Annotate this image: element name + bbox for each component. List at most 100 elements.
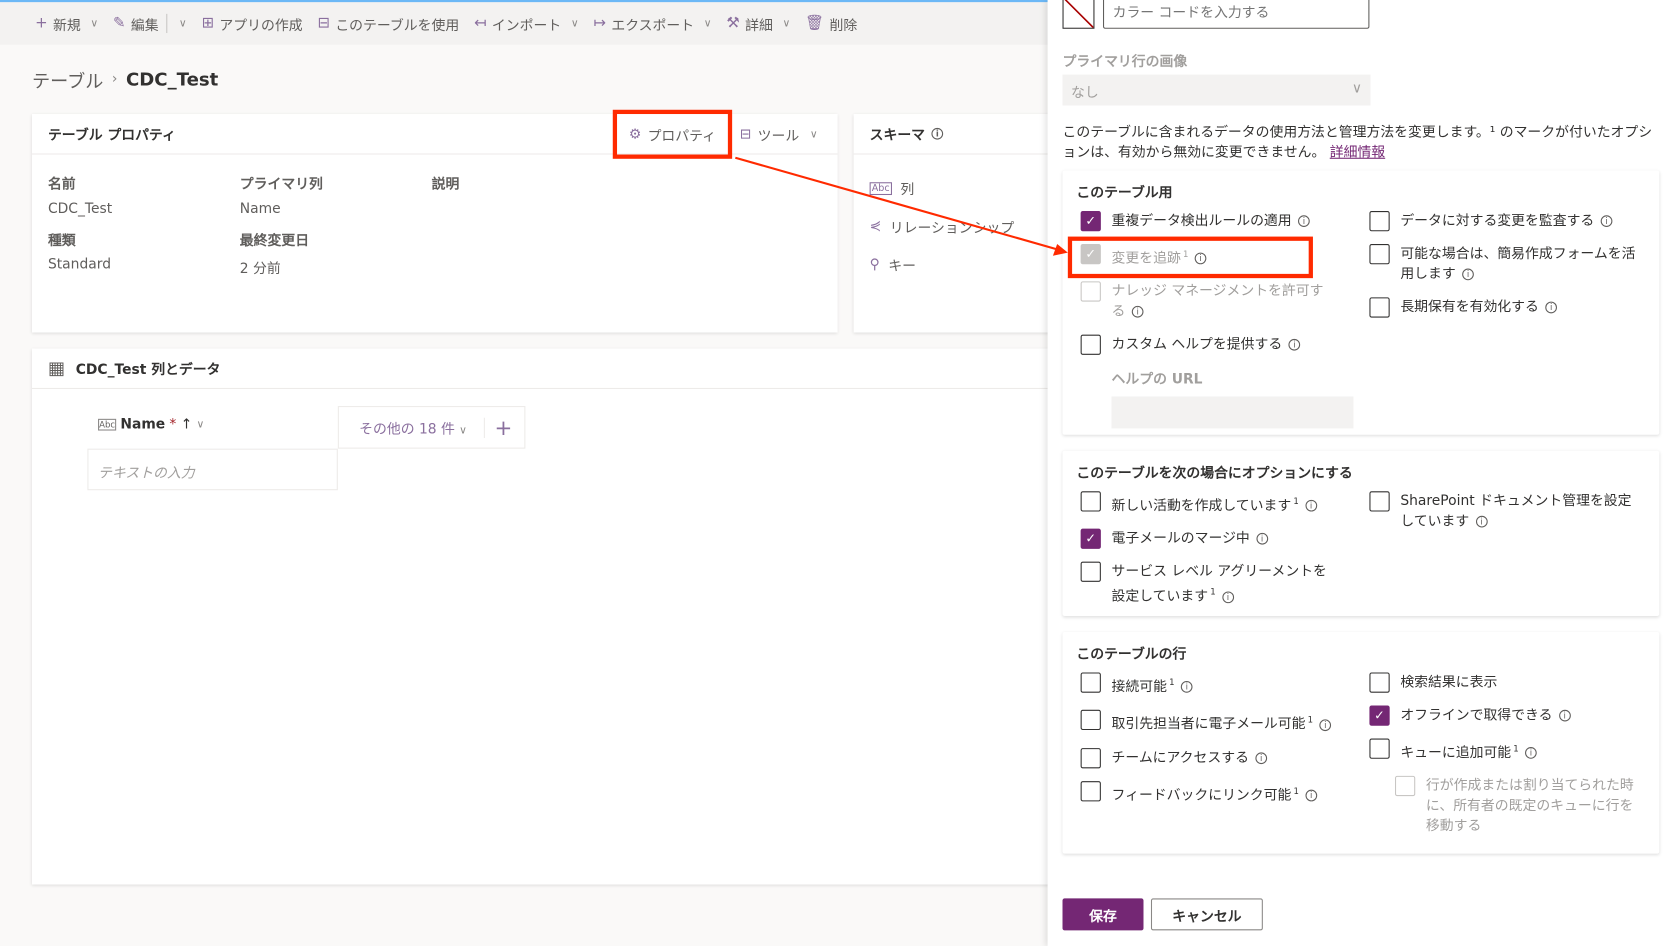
tools-button[interactable]: ⊟ ツール ∨ [740,125,818,145]
toolbar-export-button[interactable]: ↦ エクスポート ∨ [588,13,717,34]
option-checkbox[interactable]: カスタム ヘルプを提供する i [1080,334,1337,356]
info-icon[interactable]: i [1255,752,1268,764]
info-icon[interactable]: i [1305,789,1318,802]
save-button[interactable]: 保存 [1062,898,1144,931]
info-icon[interactable]: i [931,127,944,140]
add-column-button[interactable]: + [485,415,512,441]
learn-more-link[interactable]: 詳細情報 [1330,145,1385,161]
option-checkbox[interactable]: データに対する変更を監査する i [1369,211,1635,232]
checkbox-checked[interactable]: ✓ [1080,211,1101,232]
option-checkbox[interactable]: ✓ オフラインで取得できる i [1369,705,1635,726]
checkbox[interactable] [1395,776,1416,797]
chevron-down-icon[interactable]: ∨ [571,18,579,30]
toolbar-tools-button[interactable]: ⚒ 詳細 ∨ [721,13,795,34]
schema-keys[interactable]: ⚲ キー [870,255,916,275]
column-name: Name [120,416,166,433]
info-icon[interactable]: i [1525,747,1537,760]
option-label: カスタム ヘルプを提供する [1111,337,1283,354]
chevron-right-icon: › [111,71,118,88]
checkbox[interactable] [1369,672,1390,693]
info-icon[interactable]: i [1256,533,1268,545]
option-checkbox[interactable]: 長期保有を有効化する i [1369,297,1635,318]
chevron-down-icon[interactable]: ∨ [90,18,98,30]
toolbar-pencil-button[interactable]: ✎ 編集 ∨ [108,13,192,34]
option-checkbox[interactable]: サービス レベル アグリーメントを設定しています 1 i [1080,561,1337,607]
info-icon[interactable]: i [1319,718,1332,731]
toolbar-table-button[interactable]: ⊟ このテーブルを使用 [312,13,464,34]
checkbox[interactable] [1080,672,1101,693]
checkbox-checked[interactable]: ✓ [1080,528,1101,550]
checkbox[interactable] [1369,211,1390,232]
info-icon[interactable]: i [1222,591,1234,603]
option-text: 検索結果に表示 [1400,672,1497,692]
chevron-down-icon[interactable]: ∨ [179,18,187,30]
info-icon[interactable]: i [1475,515,1488,528]
text-input-cell[interactable]: テキストの入力 [87,448,338,491]
checkbox[interactable] [1080,710,1101,731]
checkbox[interactable] [1080,281,1101,302]
info-icon[interactable]: i [1194,252,1207,265]
info-icon[interactable]: i [1462,268,1474,281]
cancel-button[interactable]: キャンセル [1150,898,1263,931]
schema-title: スキーマ [869,127,926,144]
color-code-input[interactable] [1102,0,1370,29]
option-text: キューに追加可能 1 i [1400,739,1537,764]
toolbar-plus-button[interactable]: + 新規 ∨ [30,13,104,34]
checkbox[interactable] [1080,491,1101,512]
checkbox-checked[interactable]: ✓ [1080,244,1101,265]
checkbox[interactable] [1369,491,1390,512]
option-checkbox[interactable]: ナレッジ マネージメントを許可する i [1080,281,1337,322]
schema-relationships[interactable]: ⋞ リレーションシップ [870,216,1015,236]
option-checkbox[interactable]: 接続可能 1 i [1080,672,1337,697]
info-icon[interactable]: i [1288,339,1301,351]
info-icon[interactable]: i [1298,215,1310,227]
option-checkbox[interactable]: 新しい活動を作成しています 1 i [1080,491,1337,516]
option-checkbox[interactable]: ✓ 重複データ検出ルールの適用 i [1080,211,1337,232]
checkbox[interactable] [1080,334,1101,356]
checkbox[interactable] [1080,747,1101,769]
schema-columns[interactable]: Abc 列 [869,178,914,198]
option-checkbox[interactable]: キューに追加可能 1 i [1369,738,1635,764]
options-column-left: ✓ 重複データ検出ルールの適用 i ✓ 変更を追跡 1 i ナレッジ マネージメントを許可する… [1080,211,1354,429]
chevron-down-icon: ∨ [1351,80,1362,97]
breadcrumb-tables[interactable]: テーブル [32,66,103,92]
option-checkbox[interactable]: 検索結果に表示 [1369,672,1635,693]
checkbox[interactable] [1080,780,1101,802]
option-checkbox[interactable]: 取引先担当者に電子メール可能 1 i [1080,710,1337,735]
option-checkbox[interactable]: 行が作成または割り当てられた時に、所有者の既定のキューに行を移動する [1395,776,1636,837]
info-icon[interactable]: i [1131,306,1144,318]
more-columns-button[interactable]: その他の 18 件 ∨ [339,417,485,438]
info-icon[interactable]: i [1558,709,1571,722]
chevron-down-icon[interactable]: ∨ [782,18,790,30]
option-text: データに対する変更を監査する i [1400,211,1613,231]
option-checkbox[interactable]: ✓ 変更を追跡 1 i [1080,244,1337,269]
toolbar-trash-button[interactable]: 🗑 削除 [800,13,863,34]
chevron-down-icon[interactable]: ∨ [704,18,712,30]
info-icon[interactable]: i [1180,681,1193,694]
color-swatch[interactable] [1062,0,1095,29]
info-icon[interactable]: i [1600,215,1613,227]
option-checkbox[interactable]: チームにアクセスする i [1080,747,1337,769]
help-url-input[interactable] [1111,396,1354,429]
text-field-icon: Abc [869,181,892,195]
option-checkbox[interactable]: フィードバックにリンク可能 1 i [1080,780,1337,806]
option-text: ナレッジ マネージメントを許可する i [1112,282,1337,322]
info-icon[interactable]: i [1305,500,1317,512]
column-header-name[interactable]: Abc Name * ↑ ∨ [98,417,204,433]
toolbar-label: アプリの作成 [219,17,303,34]
info-icon[interactable]: i [1545,301,1558,314]
option-checkbox[interactable]: 可能な場合は、簡易作成フォームを活用します i [1369,244,1635,284]
option-checkbox[interactable]: ✓ 電子メールのマージ中 i [1080,528,1337,550]
option-checkbox[interactable]: SharePoint ドキュメント管理を設定しています i [1369,491,1635,531]
toolbar-import-button[interactable]: ↤ インポート ∨ [469,13,584,34]
properties-button[interactable]: ⚙ プロパティ [629,125,716,145]
checkbox[interactable] [1080,561,1101,583]
checkbox[interactable] [1369,297,1390,318]
text-field-icon: Abc [98,418,117,431]
checkbox[interactable] [1369,244,1390,265]
primary-image-select[interactable]: なし ∨ [1062,74,1371,106]
checkbox-checked[interactable]: ✓ [1369,705,1390,726]
option-text: フィードバックにリンク可能 1 i [1112,781,1318,806]
toolbar-app-button[interactable]: ⊞ アプリの作成 [196,13,308,34]
checkbox[interactable] [1369,738,1390,759]
